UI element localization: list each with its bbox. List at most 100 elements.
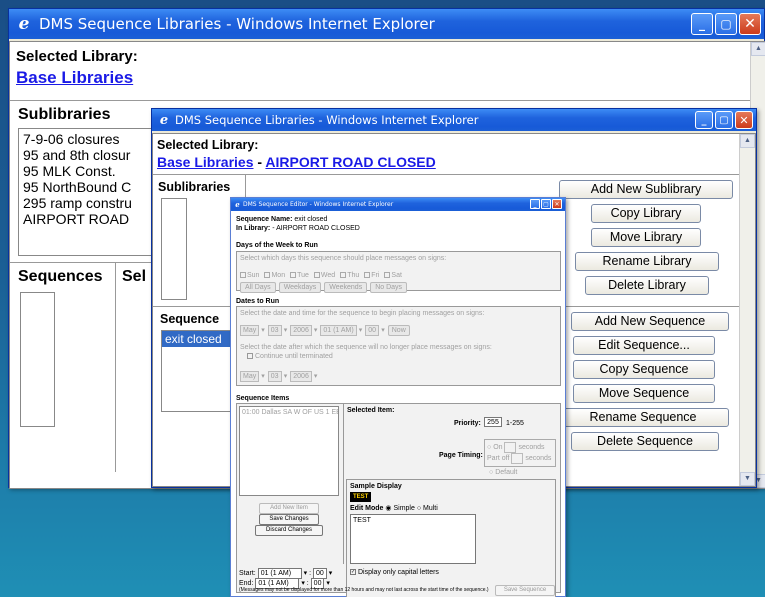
sample-display-label: Sample Display: [350, 483, 402, 490]
minimize-icon[interactable]: _: [691, 13, 713, 35]
radio-icon[interactable]: ○: [487, 444, 491, 451]
date-select[interactable]: 03: [267, 325, 282, 336]
sequences-list[interactable]: exit closed: [161, 330, 235, 412]
priority-input[interactable]: 255: [484, 417, 502, 427]
scroll-up-icon[interactable]: ▲: [740, 134, 755, 148]
rename-sequence-button[interactable]: Rename Sequence: [557, 408, 729, 427]
priority-range: 1-255: [506, 420, 524, 427]
chevron-down-icon[interactable]: ▾: [284, 373, 288, 380]
delete-library-button[interactable]: Delete Library: [585, 276, 709, 295]
list-item[interactable]: 7-9-06 closures: [23, 131, 154, 147]
date-select[interactable]: 03: [267, 371, 282, 382]
chevron-down-icon[interactable]: ▾: [261, 327, 265, 334]
discard-changes-button[interactable]: Discard Changes: [255, 525, 323, 536]
date-select[interactable]: 2006: [290, 325, 312, 336]
day-select-button[interactable]: Weekdays: [278, 282, 322, 293]
title-bar[interactable]: e DMS Sequence Editor - Windows Internet…: [231, 198, 565, 211]
now-button[interactable]: Now: [387, 325, 410, 336]
sample-display: TEST: [350, 492, 372, 502]
date-select[interactable]: 01 (1 AM): [320, 325, 357, 336]
ie-logo-icon: e: [159, 112, 169, 128]
checkbox-icon[interactable]: [247, 353, 253, 360]
maximize-icon[interactable]: ▢: [715, 111, 733, 129]
radio-icon[interactable]: ◉: [385, 505, 391, 512]
title-bar[interactable]: e DMS Sequence Libraries - Windows Inter…: [9, 9, 764, 39]
sel-heading: Sel: [122, 268, 147, 285]
chevron-down-icon[interactable]: ▾: [381, 327, 385, 334]
chevron-down-icon[interactable]: ▾: [261, 373, 265, 380]
items-heading: Sequence Items: [236, 395, 290, 402]
add-item-button[interactable]: Add New Item: [259, 503, 319, 514]
sublibraries-list[interactable]: 7-9-06 closures 95 and 8th closur 95 MLK C…: [18, 128, 158, 256]
scroll-up-icon[interactable]: ▲: [751, 42, 765, 56]
minimize-icon[interactable]: _: [695, 111, 713, 129]
vertical-scrollbar[interactable]: ▲ ▼: [739, 134, 755, 486]
title-bar[interactable]: e DMS Sequence Libraries - Windows Inter…: [152, 109, 756, 131]
list-item[interactable]: 95 NorthBound C: [23, 179, 154, 195]
dates-heading: Dates to Run: [236, 298, 280, 305]
end-instruction: Select the date after which the sequence…: [240, 344, 492, 351]
maximize-icon[interactable]: ▢: [541, 199, 551, 209]
date-select[interactable]: May: [240, 325, 260, 336]
date-select[interactable]: 00: [365, 325, 380, 336]
list-item[interactable]: exit closed: [162, 331, 234, 347]
radio-icon[interactable]: ○: [417, 505, 421, 512]
edit-sequence-button[interactable]: Edit Sequence...: [573, 336, 715, 355]
checkbox-icon[interactable]: ✓: [350, 569, 356, 576]
rename-library-button[interactable]: Rename Library: [575, 252, 719, 271]
close-icon[interactable]: ✕: [735, 111, 753, 129]
scroll-down-icon[interactable]: ▼: [740, 472, 755, 486]
capitals-checkbox[interactable]: ✓ Display only capital letters: [350, 568, 439, 577]
list-item[interactable]: AIRPORT ROAD: [23, 211, 154, 227]
library-link[interactable]: Base Libraries: [157, 154, 254, 170]
date-select[interactable]: 2006: [290, 371, 312, 382]
sublibraries-list[interactable]: [161, 198, 187, 300]
maximize-icon[interactable]: ▢: [715, 13, 737, 35]
add-sequence-button[interactable]: Add New Sequence: [571, 312, 729, 331]
items-list[interactable]: 01:00 Dallas SA W OF US 1 EB: [239, 406, 339, 496]
library-link[interactable]: Base Libraries: [16, 68, 133, 88]
radio-icon[interactable]: ○: [489, 469, 493, 476]
list-item[interactable]: 95 MLK Const.: [23, 163, 154, 179]
day-select-button[interactable]: No Days: [370, 282, 408, 293]
close-icon[interactable]: ✕: [552, 199, 562, 209]
chevron-down-icon[interactable]: ▾: [329, 570, 333, 577]
sequences-list[interactable]: [20, 292, 55, 427]
chevron-down-icon[interactable]: ▾: [304, 570, 308, 577]
save-sequence-button[interactable]: Save Sequence: [495, 585, 555, 596]
list-item[interactable]: 295 ramp constru: [23, 195, 154, 211]
continue-checkbox[interactable]: Continue until terminated: [247, 352, 333, 361]
close-icon[interactable]: ✕: [739, 13, 761, 35]
minimize-icon[interactable]: _: [530, 199, 540, 209]
chevron-down-icon[interactable]: ▾: [359, 327, 363, 334]
date-select[interactable]: May: [240, 371, 260, 382]
edit-mode: Edit Mode ◉ Simple ○ Multi: [350, 505, 438, 512]
day-select-button[interactable]: All Days: [240, 282, 276, 293]
day-select-button[interactable]: Weekends: [324, 282, 368, 293]
list-item[interactable]: 95 and 8th closur: [23, 147, 154, 163]
chevron-down-icon[interactable]: ▾: [284, 327, 288, 334]
window-title: DMS Sequence Libraries - Windows Interne…: [175, 113, 479, 127]
chevron-down-icon[interactable]: ▾: [314, 327, 318, 334]
delete-sequence-button[interactable]: Delete Sequence: [571, 432, 719, 451]
list-item[interactable]: 01:00 Dallas SA W OF US 1 EB: [240, 407, 338, 418]
move-library-button[interactable]: Move Library: [591, 228, 701, 247]
page-timing-box: ○ On seconds Part off seconds: [484, 439, 556, 467]
save-changes-button[interactable]: Save Changes: [259, 514, 319, 525]
copy-library-button[interactable]: Copy Library: [591, 204, 701, 223]
dates-fieldset: Select the date and time for the sequenc…: [236, 306, 561, 386]
chevron-down-icon[interactable]: ▾: [314, 373, 318, 380]
message-editor: Sample Display TEST Edit Mode ◉ Simple ○…: [346, 479, 556, 597]
selected-library-label: Selected Library:: [16, 48, 138, 65]
window-controls: _ ▢ ✕: [691, 13, 761, 35]
message-textarea[interactable]: TEST: [350, 514, 476, 564]
chevron-down-icon[interactable]: ▾: [326, 580, 330, 587]
chevron-down-icon[interactable]: ▾: [301, 580, 305, 587]
sequences-heading: Sequence: [160, 312, 220, 326]
start-instruction: Select the date and time for the sequenc…: [240, 310, 485, 317]
move-sequence-button[interactable]: Move Sequence: [573, 384, 715, 403]
copy-sequence-button[interactable]: Copy Sequence: [573, 360, 715, 379]
add-sublibrary-button[interactable]: Add New Sublibrary: [559, 180, 733, 199]
default-radio[interactable]: ○ Default: [489, 468, 517, 477]
sublibrary-link[interactable]: AIRPORT ROAD CLOSED: [265, 154, 435, 170]
